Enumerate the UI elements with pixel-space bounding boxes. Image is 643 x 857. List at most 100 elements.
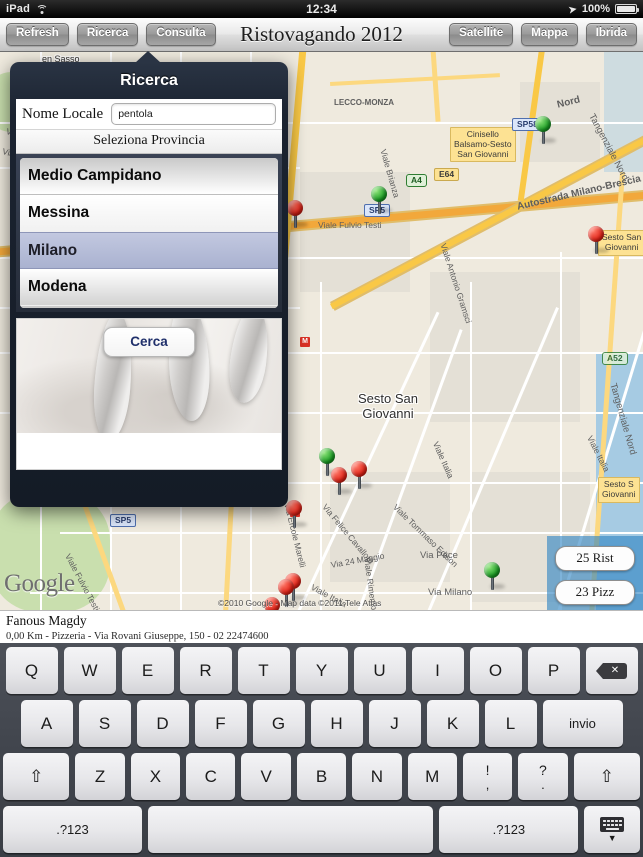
key-comma-label: , (485, 776, 490, 792)
key-exclaim-comma[interactable]: ! , (462, 753, 513, 800)
status-bar-right: ➤ 100% (566, 2, 639, 17)
ibrida-button[interactable]: Ibrida (585, 23, 637, 46)
key-t[interactable]: T (237, 647, 290, 694)
toolbar-right-group: Satellite Mappa Ibrida (449, 23, 637, 46)
status-bar-left: iPad (6, 3, 48, 15)
key-k[interactable]: K (426, 700, 479, 747)
key-g[interactable]: G (252, 700, 305, 747)
shift-icon: ⇧ (29, 766, 44, 786)
device-name: iPad (6, 3, 31, 15)
key-j[interactable]: J (368, 700, 421, 747)
photo-caption-bar (17, 433, 281, 469)
satellite-button[interactable]: Satellite (449, 23, 514, 46)
map-city-label: Sesto S Giovanni (598, 477, 640, 503)
key-m[interactable]: M (407, 753, 457, 800)
key-s[interactable]: S (78, 700, 131, 747)
key-q[interactable]: Q (5, 647, 58, 694)
dialog-photo-panel: Cerca (16, 318, 282, 470)
map-pin-green[interactable] (484, 562, 505, 590)
key-a[interactable]: A (20, 700, 73, 747)
map-road (470, 282, 472, 610)
result-detail: 0,00 Km - Pizzeria - Via Rovani Giuseppe… (6, 631, 269, 642)
key-r[interactable]: R (179, 647, 232, 694)
key-n[interactable]: N (352, 753, 402, 800)
result-name: Fanous Magdy (6, 613, 87, 628)
legend-ristoranti-button[interactable]: 25 Rist (555, 546, 635, 571)
picker-option-modena[interactable]: Modena (20, 269, 278, 306)
map-attribution: ©2010 Google - Map data ©2011 Tele Atlas (218, 598, 382, 608)
status-bar-clock: 12:34 (306, 2, 337, 16)
map-road (60, 532, 643, 534)
key-z[interactable]: Z (75, 753, 125, 800)
google-logo: Google (4, 570, 75, 597)
legend-pizzerie-button[interactable]: 23 Pizz (555, 580, 635, 605)
toolbar-left-group: Refresh Ricerca Consulta (6, 23, 216, 46)
key-u[interactable]: U (353, 647, 406, 694)
key-o[interactable]: O (469, 647, 522, 694)
key-v[interactable]: V (241, 753, 291, 800)
map-pin-green[interactable] (535, 116, 556, 144)
key-y[interactable]: Y (295, 647, 348, 694)
provincia-picker[interactable]: Medio Campidano Messina Milano Modena Mo… (16, 154, 282, 312)
map-pin-green[interactable] (371, 186, 392, 214)
dialog-title: Ricerca (120, 72, 178, 89)
cerca-button[interactable]: Cerca (103, 327, 195, 357)
provincia-picker-list[interactable]: Medio Campidano Messina Milano Modena Mo… (20, 158, 278, 308)
numeric-key-left[interactable]: .?123 (3, 806, 142, 853)
consulta-button[interactable]: Consulta (146, 23, 216, 46)
key-d[interactable]: D (136, 700, 189, 747)
map-shield-sp5: SP5 (110, 514, 137, 528)
picker-option-messina[interactable]: Messina (20, 195, 278, 232)
chevron-down-icon: ▼ (607, 832, 617, 843)
map-pin-red[interactable] (287, 200, 308, 228)
map-pin-red[interactable] (286, 500, 307, 528)
shift-key-right[interactable]: ⇧ (573, 753, 640, 800)
dialog-pointer-arrow (135, 51, 161, 63)
ricerca-button[interactable]: Ricerca (76, 23, 139, 46)
key-f[interactable]: F (194, 700, 247, 747)
mappa-button[interactable]: Mappa (521, 23, 578, 46)
battery-percent: 100% (581, 3, 610, 15)
backspace-key[interactable]: ✕ (585, 647, 638, 694)
numeric-key-right[interactable]: .?123 (439, 806, 579, 853)
hide-keyboard-icon (600, 816, 625, 832)
nome-locale-row: Nome Locale (16, 99, 282, 129)
map-pin-red[interactable] (588, 226, 609, 254)
nome-locale-input[interactable] (111, 103, 276, 125)
key-p[interactable]: P (527, 647, 580, 694)
cutlery-image (225, 319, 273, 405)
key-c[interactable]: C (186, 753, 236, 800)
nome-locale-label: Nome Locale (22, 105, 104, 122)
key-h[interactable]: H (310, 700, 363, 747)
key-b[interactable]: B (296, 753, 347, 800)
refresh-button[interactable]: Refresh (6, 23, 69, 46)
map-shield-e64: E64 (434, 168, 460, 182)
space-key[interactable] (148, 806, 434, 853)
map-pin-red[interactable] (351, 461, 372, 489)
picker-option-milano[interactable]: Milano (20, 232, 278, 269)
key-l[interactable]: L (484, 700, 537, 747)
map-shield-a4: A4 (406, 174, 427, 188)
picker-option-monza-brianza[interactable]: Monza-Brianza (20, 306, 278, 308)
key-e[interactable]: E (121, 647, 174, 694)
hide-keyboard-key[interactable]: ▼ (584, 806, 640, 853)
location-arrow-icon: ➤ (566, 2, 578, 17)
keyboard-row-4: .?123 .?123 ▼ (3, 806, 640, 853)
key-question-period[interactable]: ? . (518, 753, 568, 800)
map-shield-a52: A52 (602, 352, 628, 366)
keyboard-row-2: A S D F G H J K L invio (3, 700, 640, 747)
wifi-icon (35, 4, 48, 15)
battery-full-icon (615, 4, 639, 14)
key-i[interactable]: I (411, 647, 464, 694)
map-city-label: Cinisello Balsamo-Sesto San Giovanni (450, 127, 516, 163)
keyboard-row-1: Q W E R T Y U I O P ✕ (3, 647, 640, 694)
key-w[interactable]: W (63, 647, 116, 694)
enter-key[interactable]: invio (542, 700, 623, 747)
onscreen-keyboard[interactable]: Q W E R T Y U I O P ✕ A S D F G H J K L … (0, 643, 643, 857)
backspace-icon: ✕ (596, 662, 627, 679)
shift-key-left[interactable]: ⇧ (3, 753, 70, 800)
result-info-strip[interactable]: Fanous Magdy 0,00 Km - Pizzeria - Via Ro… (0, 610, 643, 643)
picker-option-medio-campidano[interactable]: Medio Campidano (20, 158, 278, 195)
key-x[interactable]: X (130, 753, 181, 800)
map-pin-red[interactable] (331, 467, 352, 495)
